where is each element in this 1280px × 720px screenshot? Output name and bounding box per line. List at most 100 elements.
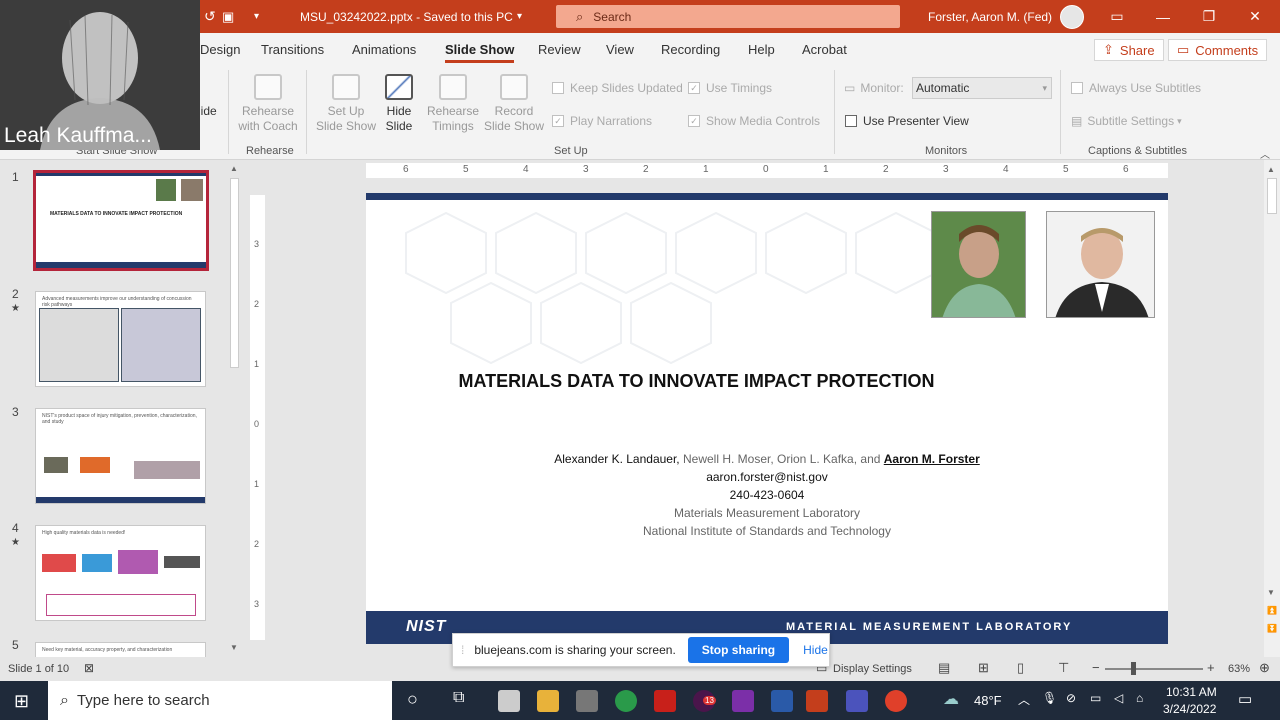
subtitle-settings-button[interactable]: ▤ Subtitle Settings ▾ [1071,114,1182,128]
volume-icon[interactable]: ◁ [1114,691,1123,705]
record-slide-show-button[interactable]: Record Slide Show [482,74,546,134]
notifications-icon[interactable]: ▭ [1238,690,1252,708]
thumbnail-scrollbar[interactable]: ▲ ▼ [227,160,241,657]
user-name[interactable]: Forster, Aaron M. (Fed) [928,0,1052,33]
tab-transitions[interactable]: Transitions [261,42,324,57]
presentation-icon[interactable]: ▣ [222,0,234,33]
slide-thumbnail-1[interactable]: MATERIALS DATA TO INNOVATE IMPACT PROTEC… [33,170,209,271]
acrobat-icon[interactable] [654,690,676,712]
share-button[interactable]: ⇪ Share [1094,39,1164,61]
rehearse-timings-button[interactable]: Rehearse Timings [424,74,482,134]
tab-design[interactable]: Design [200,42,240,57]
tab-view[interactable]: View [606,42,634,57]
chrome-canary-icon[interactable] [615,690,637,712]
slide-lab[interactable]: Materials Measurement Laboratory [366,506,1168,520]
ribbon-display-options-icon[interactable]: ▭ [1094,0,1140,33]
slide-authors[interactable]: Alexander K. Landauer, Newell H. Moser, … [366,452,1168,466]
slide-canvas[interactable]: MATERIALS DATA TO INNOVATE IMPACT PROTEC… [366,193,1168,644]
desktop-app-icon[interactable] [576,690,598,712]
previous-slide-icon[interactable]: ⏫ [1267,606,1277,615]
slide-email[interactable]: aaron.forster@nist.gov [366,470,1168,484]
zoom-in-icon[interactable]: + [1207,660,1215,675]
keep-slides-updated-checkbox[interactable]: Keep Slides Updated [552,81,683,95]
collapse-ribbon-icon[interactable]: ︿ [1260,146,1270,161]
zoom-out-icon[interactable]: − [1092,660,1100,675]
scroll-thumb[interactable] [1267,178,1277,214]
slide-institute[interactable]: National Institute of Standards and Tech… [366,524,1168,538]
reading-view-icon[interactable]: ▯ [1017,660,1024,676]
teams-icon[interactable] [846,690,868,712]
show-media-controls-checkbox[interactable]: ✓ Show Media Controls [688,114,820,128]
vpn-icon[interactable]: ⊘ [1066,691,1076,705]
tab-help[interactable]: Help [748,42,775,57]
weather-icon[interactable]: ☁ [943,689,959,709]
slideshow-view-icon[interactable]: ⊤ [1058,660,1069,676]
set-up-slide-show-button[interactable]: Set Up Slide Show [314,74,378,134]
slide-phone[interactable]: 240-423-0604 [366,488,1168,502]
slide-thumbnail-3[interactable]: NIST's product space of injury mitigatio… [35,408,206,504]
fit-to-window-icon[interactable]: ⊕ [1259,660,1270,676]
microphone-icon[interactable]: 🎙 [1042,691,1057,705]
comments-button[interactable]: ▭ Comments [1168,39,1268,61]
clock-date[interactable]: 3/24/2022 [1163,702,1216,716]
hide-slide-button[interactable]: Hide Slide [378,74,420,134]
stop-sharing-button[interactable]: Stop sharing [687,637,790,663]
battery-icon[interactable]: ▭ [1090,691,1101,705]
temperature[interactable]: 48°F [974,693,1002,708]
use-timings-checkbox[interactable]: ✓ Use Timings [688,81,772,95]
monitor-select[interactable]: Automatic ▾ [912,77,1052,99]
editor-scrollbar[interactable]: ▲ ▼ ⏫ ⏬ [1264,160,1280,657]
scroll-down-icon[interactable]: ▼ [1267,588,1275,597]
next-slide-icon[interactable]: ⏬ [1267,624,1277,633]
slide-thumbnail-4[interactable]: High quality materials data is needed! [35,525,206,621]
restore-icon[interactable]: ❐ [1186,0,1232,33]
normal-view-icon[interactable]: ▤ [938,660,950,676]
document-title[interactable]: MSU_03242022.pptx - Saved to this PC [300,0,513,33]
title-dropdown-icon[interactable]: ▾ [517,0,522,33]
slack-icon[interactable]: 13 [693,690,716,712]
tab-animations[interactable]: Animations [352,42,416,57]
minimize-icon[interactable]: — [1140,0,1186,33]
use-presenter-view-checkbox[interactable]: Use Presenter View [845,114,969,128]
windows-start-icon[interactable]: ⊞ [14,691,29,712]
task-view-icon[interactable]: ⧉ [453,689,464,707]
tab-slide-show[interactable]: Slide Show [445,42,515,63]
drag-handle-icon[interactable]: ⁞ [461,643,464,657]
show-hidden-icons-icon[interactable]: ︿ [1018,691,1030,708]
slide-thumbnail-5[interactable]: Need key material, accuracy property, an… [35,642,206,657]
onenote-icon[interactable] [732,690,754,712]
clock-time[interactable]: 10:31 AM [1166,685,1217,699]
tab-recording[interactable]: Recording [661,42,720,57]
tab-acrobat[interactable]: Acrobat [802,42,847,57]
network-icon[interactable]: ⌂ [1136,691,1143,705]
zoom-slider[interactable] [1105,668,1203,670]
close-icon[interactable]: ✕ [1232,0,1278,33]
hide-banner-link[interactable]: Hide [803,643,828,657]
tab-review[interactable]: Review [538,42,581,57]
scroll-thumb[interactable] [230,178,239,368]
zoom-slider-thumb[interactable] [1131,662,1136,675]
scroll-up-icon[interactable]: ▲ [230,164,238,173]
slide-thumbnail-2[interactable]: Advanced measurements improve our unders… [35,291,206,387]
cortana-icon[interactable]: ○ [407,689,418,710]
undo-icon[interactable]: ↺ [204,0,216,33]
zoom-level[interactable]: 63% [1228,663,1250,675]
taskbar-search[interactable]: ⌕ Type here to search [48,681,392,720]
powerpoint-icon[interactable] [806,690,828,712]
avatar[interactable] [1060,5,1084,29]
slide-sorter-icon[interactable]: ⊞ [978,660,989,676]
from-current-slide-fragment[interactable]: lide [198,104,220,119]
word-icon[interactable] [771,690,793,712]
customize-qat-icon[interactable]: ▾ [254,0,259,33]
play-narrations-checkbox[interactable]: ✓ Play Narrations [552,114,652,128]
display-settings[interactable]: Display Settings [833,663,912,675]
slide-title[interactable]: MATERIALS DATA TO INNOVATE IMPACT PROTEC… [366,371,1027,392]
rehearse-with-coach-button[interactable]: Rehearse with Coach [236,74,300,134]
accessibility-icon[interactable]: ⊠ [84,661,94,675]
store-icon[interactable] [498,690,520,712]
file-explorer-icon[interactable] [537,690,559,712]
scroll-up-icon[interactable]: ▲ [1267,165,1275,174]
scroll-down-icon[interactable]: ▼ [230,643,238,652]
chrome-icon[interactable] [885,690,907,712]
search-box[interactable]: ⌕ Search [556,5,900,28]
